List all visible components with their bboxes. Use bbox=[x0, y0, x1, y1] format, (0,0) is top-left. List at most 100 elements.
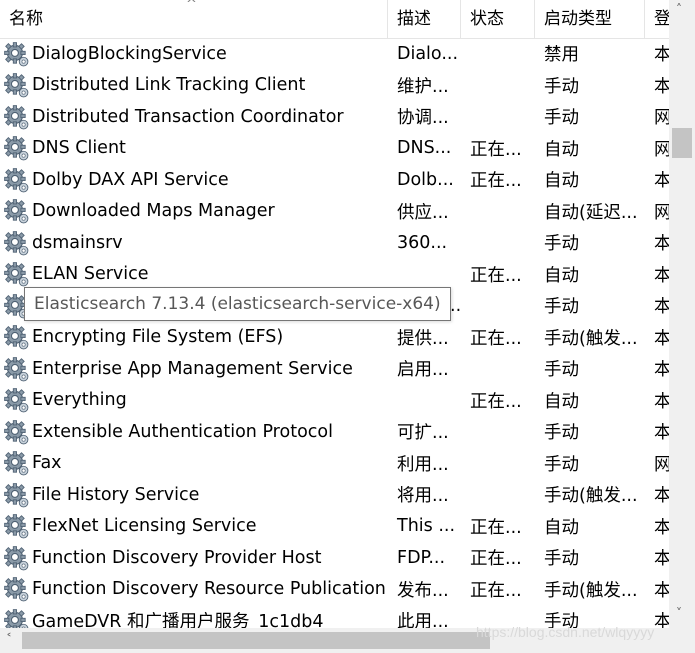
service-name-cell: ELAN Service bbox=[0, 261, 388, 287]
column-header-status[interactable]: 状态 bbox=[461, 0, 535, 38]
service-name: Distributed Transaction Coordinator bbox=[32, 106, 344, 127]
service-gear-icon bbox=[4, 136, 29, 161]
service-name-cell: DialogBlockingService bbox=[0, 41, 388, 67]
service-description: This ... bbox=[397, 516, 456, 537]
service-status: 正在... bbox=[470, 171, 522, 192]
service-description: 供应... bbox=[397, 202, 449, 223]
service-name-cell: Enterprise App Management Service bbox=[0, 356, 388, 382]
scroll-down-icon[interactable]: ˅ bbox=[676, 606, 682, 620]
service-name: Everything bbox=[32, 390, 127, 411]
service-row[interactable]: Distributed Link Tracking Client 维护... 手动 本 bbox=[0, 70, 669, 102]
service-row[interactable]: DialogBlockingService Dialo... 禁用 本 bbox=[0, 38, 669, 70]
vertical-scrollbar[interactable]: ˄ ˅ bbox=[669, 0, 695, 628]
service-name-cell: Everything bbox=[0, 387, 388, 413]
service-startup-type: 禁用 bbox=[544, 45, 579, 66]
service-status: 正在... bbox=[470, 265, 522, 286]
horizontal-scroll-thumb[interactable] bbox=[22, 632, 490, 649]
service-row[interactable]: Dolby DAX API Service Dolb... 正在... 自动 本 bbox=[0, 164, 669, 196]
service-name-cell: Function Discovery Provider Host bbox=[0, 545, 388, 571]
service-logon-as: 本 bbox=[654, 580, 669, 601]
service-gear-icon bbox=[4, 388, 29, 413]
service-row[interactable]: File History Service 将用... 手动(触发... 本 bbox=[0, 479, 669, 511]
column-header-logon-as[interactable]: 登 bbox=[645, 0, 669, 38]
service-row[interactable]: Enterprise App Management Service 启用... 手动… bbox=[0, 353, 669, 385]
scroll-left-icon[interactable]: ˂ bbox=[6, 632, 12, 646]
column-header-startup-type[interactable]: 启动类型 bbox=[535, 0, 645, 38]
service-description: 将用... bbox=[397, 486, 449, 507]
column-header-description[interactable]: 描述 bbox=[388, 0, 461, 38]
service-row[interactable]: FlexNet Licensing Service This ... 正在... 自动… bbox=[0, 511, 669, 543]
service-name: File History Service bbox=[32, 484, 200, 505]
service-gear-icon bbox=[4, 167, 29, 193]
column-header: 名称 ^ 描述 状态 启动类型 登 bbox=[0, 0, 669, 39]
scroll-up-icon[interactable]: ˄ bbox=[676, 2, 682, 16]
service-gear-icon bbox=[4, 73, 29, 98]
service-name-cell: Fax bbox=[0, 450, 388, 476]
service-name-cell: Dolby DAX API Service bbox=[0, 167, 388, 193]
service-logon-as: 本 bbox=[654, 265, 669, 286]
service-startup-type: 自动 bbox=[544, 517, 579, 538]
service-description: 提供... bbox=[397, 328, 449, 349]
vertical-scroll-thumb[interactable] bbox=[672, 128, 692, 158]
service-gear-icon bbox=[4, 545, 29, 571]
column-startup-type-label: 启动类型 bbox=[544, 9, 612, 29]
service-row[interactable]: Everything 正在... 自动 本 bbox=[0, 385, 669, 417]
column-description-label: 描述 bbox=[397, 9, 431, 29]
service-row[interactable]: Extensible Authentication Protocol 可扩... 手… bbox=[0, 416, 669, 448]
service-status: 正在... bbox=[470, 328, 522, 349]
service-logon-as: 本 bbox=[654, 391, 669, 412]
service-gear-icon bbox=[4, 262, 29, 287]
service-logon-as: 本 bbox=[654, 486, 669, 507]
service-name: DialogBlockingService bbox=[32, 43, 227, 64]
service-name-cell: Distributed Transaction Coordinator bbox=[0, 104, 388, 130]
service-status: 正在... bbox=[470, 549, 522, 570]
service-logon-as: 本 bbox=[654, 517, 669, 538]
service-name-cell: dsmainsrv bbox=[0, 230, 388, 256]
service-gear-icon bbox=[4, 482, 29, 508]
service-description: 启用... bbox=[397, 360, 449, 381]
service-row[interactable]: Distributed Transaction Coordinator 协调...… bbox=[0, 101, 669, 133]
services-list: DialogBlockingService Dialo... 禁用本 Distribu… bbox=[0, 38, 669, 637]
service-description: 利用... bbox=[397, 454, 449, 475]
service-gear-icon bbox=[4, 419, 29, 445]
service-name: FlexNet Licensing Service bbox=[32, 516, 257, 537]
service-logon-as: 本 bbox=[654, 76, 669, 97]
service-name: DNS Client bbox=[32, 138, 126, 159]
service-gear-icon bbox=[4, 41, 29, 67]
service-name-cell: Extensible Authentication Protocol bbox=[0, 419, 388, 445]
service-name: Encrypting File System (EFS) bbox=[32, 327, 284, 348]
service-row[interactable]: DNS Client DNS... 正在... 自动 网 bbox=[0, 133, 669, 165]
service-row[interactable]: Encrypting File System (EFS) 提供... 正在... 手动… bbox=[0, 322, 669, 354]
service-startup-type: 手动 bbox=[544, 297, 579, 318]
service-row[interactable]: Function Discovery Provider Host FDP... 正在… bbox=[0, 542, 669, 574]
service-logon-as: 本 bbox=[654, 297, 669, 318]
service-logon-as: 本 bbox=[654, 171, 669, 192]
service-status: 正在... bbox=[470, 580, 522, 601]
column-header-name[interactable]: 名称 ^ bbox=[0, 0, 388, 38]
service-name-cell: Distributed Link Tracking Client bbox=[0, 72, 388, 98]
service-logon-as: 网 bbox=[654, 202, 669, 223]
service-row[interactable]: Downloaded Maps Manager 供应... 自动(延迟... 网 bbox=[0, 196, 669, 228]
service-name-cell: File History Service bbox=[0, 482, 388, 508]
scrollbar-corner bbox=[669, 628, 695, 653]
service-description: 360... bbox=[397, 232, 448, 253]
service-name: dsmainsrv bbox=[32, 232, 123, 253]
service-name-cell: FlexNet Licensing Service bbox=[0, 513, 388, 539]
service-row[interactable]: Function Discovery Resource Publication 发… bbox=[0, 574, 669, 606]
service-startup-type: 手动 bbox=[544, 108, 579, 129]
column-name-label: 名称 bbox=[9, 9, 43, 29]
service-name: Function Discovery Resource Publication bbox=[32, 579, 386, 600]
service-row[interactable]: Fax 利用... 手动 网 bbox=[0, 448, 669, 480]
service-logon-as: 本 bbox=[654, 234, 669, 255]
service-startup-type: 自动 bbox=[544, 139, 579, 160]
name-tooltip: Elasticsearch 7.13.4 (elasticsearch-serv… bbox=[24, 287, 451, 321]
service-row[interactable]: dsmainsrv 360... 手动 本 bbox=[0, 227, 669, 259]
service-startup-type: 手动 bbox=[544, 234, 579, 255]
service-startup-type: 手动(触发... bbox=[544, 580, 638, 601]
service-name: Enterprise App Management Service bbox=[32, 358, 353, 379]
service-gear-icon bbox=[4, 451, 29, 476]
service-name: Distributed Link Tracking Client bbox=[32, 75, 306, 96]
service-gear-icon bbox=[4, 199, 29, 224]
service-row[interactable]: ELAN Service 正在... 自动 本 bbox=[0, 259, 669, 291]
service-name: Extensible Authentication Protocol bbox=[32, 421, 333, 442]
